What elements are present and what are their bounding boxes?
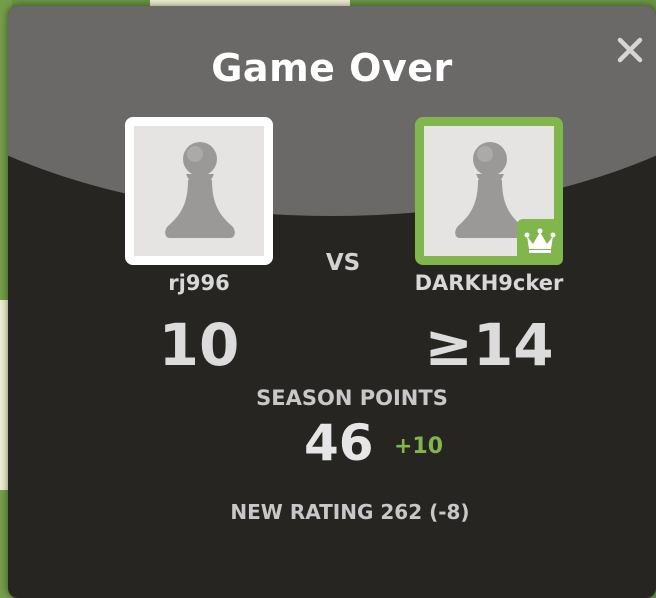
- season-points-value: 46: [304, 414, 374, 472]
- player-left-avatar[interactable]: [125, 117, 273, 265]
- pawn-icon: [165, 142, 235, 238]
- season-points-row: 46 +10: [8, 414, 656, 484]
- modal-title: Game Over: [211, 46, 453, 90]
- season-points-label: SEASON POINTS: [256, 386, 448, 410]
- game-over-modal: Game Over VS rj996 DARKH9cker 10 ≥14 SEA…: [8, 6, 656, 598]
- winner-badge: [517, 219, 563, 265]
- player-right-avatar[interactable]: [415, 117, 563, 265]
- crown-icon: [524, 228, 556, 253]
- player-left-name[interactable]: rj996: [99, 271, 299, 295]
- player-right-name[interactable]: DARKH9cker: [389, 271, 589, 295]
- vs-label: VS: [325, 250, 361, 276]
- player-left-score: 10: [158, 311, 240, 379]
- season-points-delta: +10: [394, 434, 444, 459]
- new-rating: NEW RATING 262 (-8): [230, 500, 470, 524]
- player-right-score: ≥14: [424, 311, 554, 379]
